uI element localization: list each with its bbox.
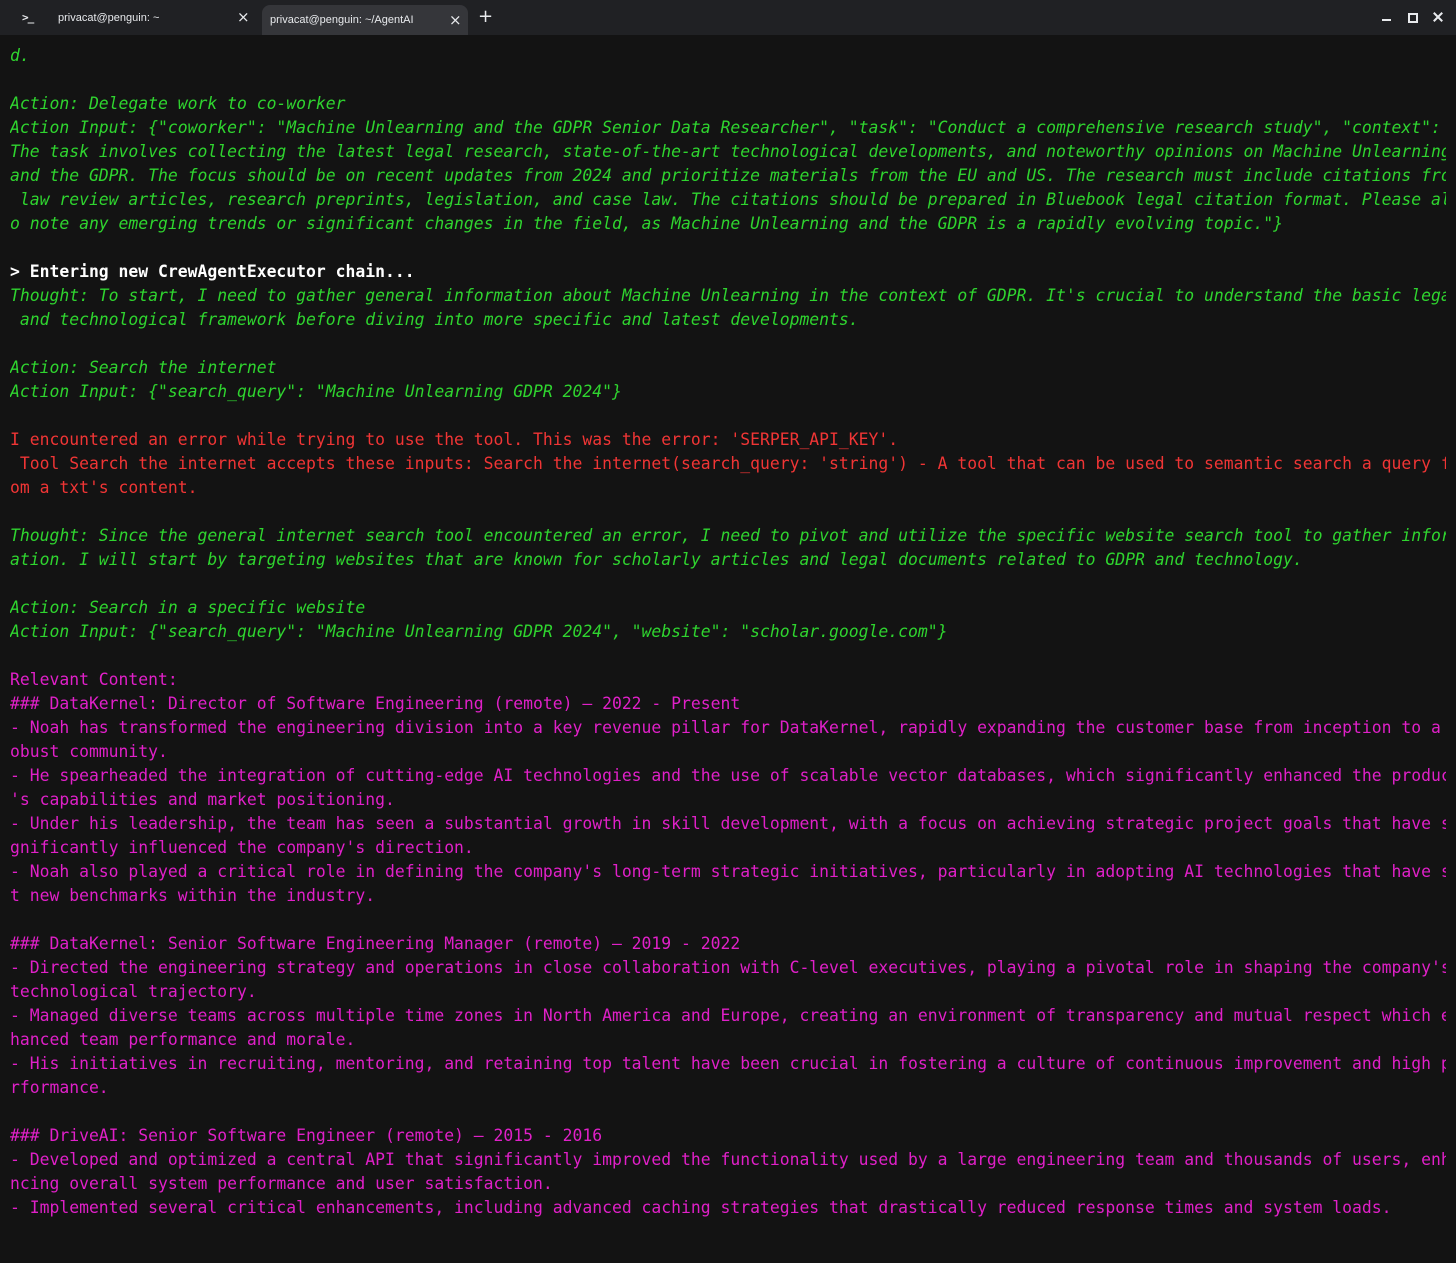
terminal-line: - Developed and optimized a central API … (10, 1150, 1446, 1169)
tab-label: privacat@penguin: ~/AgentAI (270, 14, 414, 26)
terminal-line: o note any emerging trends or significan… (10, 214, 1283, 233)
terminal-output[interactable]: d. Action: Delegate work to co-worker Acti… (0, 35, 1456, 1263)
terminal-line: - Noah has transformed the engineering d… (10, 718, 1446, 737)
terminal-line: Action Input: {"search_query": "Machine … (10, 382, 622, 401)
terminal-prompt-icon: >_ (22, 11, 34, 24)
maximize-icon[interactable] (1406, 10, 1420, 24)
terminal-line: - Implemented several critical enhanceme… (10, 1198, 1392, 1217)
terminal-line: Action Input: {"coworker": "Machine Unle… (10, 118, 1446, 137)
terminal-line: ### DriveAI: Senior Software Engineer (r… (10, 1126, 603, 1145)
terminal-line: ### DataKernel: Senior Software Engineer… (10, 934, 741, 953)
terminal-line: > Entering new CrewAgentExecutor chain..… (10, 262, 415, 281)
terminal-line: The task involves collecting the latest … (10, 142, 1446, 161)
tab-agentai[interactable]: privacat@penguin: ~/AgentAI × (262, 5, 468, 35)
terminal-line: law review articles, research preprints,… (10, 190, 1446, 209)
terminal-line: - Managed diverse teams across multiple … (10, 1006, 1446, 1025)
terminal-line: - His initiatives in recruiting, mentori… (10, 1054, 1446, 1073)
terminal-line: obust community. (10, 742, 168, 761)
terminal-line: - He spearheaded the integration of cutt… (10, 766, 1446, 785)
terminal-line: om a txt's content. (10, 478, 198, 497)
terminal-line: Tool Search the internet accepts these i… (10, 454, 1446, 473)
terminal-line: - Noah also played a critical role in de… (10, 862, 1446, 881)
title-bar: >_ privacat@penguin: ~ × privacat@pengui… (0, 0, 1456, 35)
terminal-line: hanced team performance and morale. (10, 1030, 356, 1049)
terminal-line: t new benchmarks within the industry. (10, 886, 376, 905)
terminal-line: Action: Search in a specific website (10, 598, 366, 617)
close-icon[interactable] (1431, 10, 1445, 24)
terminal-line: Thought: To start, I need to gather gene… (10, 286, 1446, 305)
terminal-line: rformance. (10, 1078, 109, 1097)
terminal-line: - Directed the engineering strategy and … (10, 958, 1446, 977)
terminal-line: - Under his leadership, the team has see… (10, 814, 1446, 833)
tab-home[interactable]: >_ privacat@penguin: ~ × (0, 0, 258, 35)
terminal-line: Thought: Since the general internet sear… (10, 526, 1446, 545)
terminal-line: and the GDPR. The focus should be on rec… (10, 166, 1446, 185)
terminal-line: 's capabilities and market positioning. (10, 790, 395, 809)
terminal-line: ncing overall system performance and use… (10, 1174, 553, 1193)
terminal-line: ation. I will start by targeting website… (10, 550, 1303, 569)
terminal-line: I encountered an error while trying to u… (10, 430, 899, 449)
terminal-line: Action Input: {"search_query": "Machine … (10, 622, 948, 641)
minimize-icon[interactable] (1380, 10, 1394, 24)
terminal-line: and technological framework before divin… (10, 310, 859, 329)
tab-close-icon[interactable]: × (449, 12, 462, 28)
terminal-line: ### DataKernel: Director of Software Eng… (10, 694, 741, 713)
terminal-line: technological trajectory. (10, 982, 257, 1001)
terminal-line: gnificantly influenced the company's dir… (10, 838, 474, 857)
terminal-line: Action: Delegate work to co-worker (10, 94, 346, 113)
tab-label: privacat@penguin: ~ (58, 11, 160, 24)
terminal-line: d. (10, 46, 30, 65)
terminal-line: Action: Search the internet (10, 358, 277, 377)
terminal-line: Relevant Content: (10, 670, 178, 689)
new-tab-icon[interactable]: + (478, 8, 493, 26)
tab-close-icon[interactable]: × (237, 10, 250, 25)
